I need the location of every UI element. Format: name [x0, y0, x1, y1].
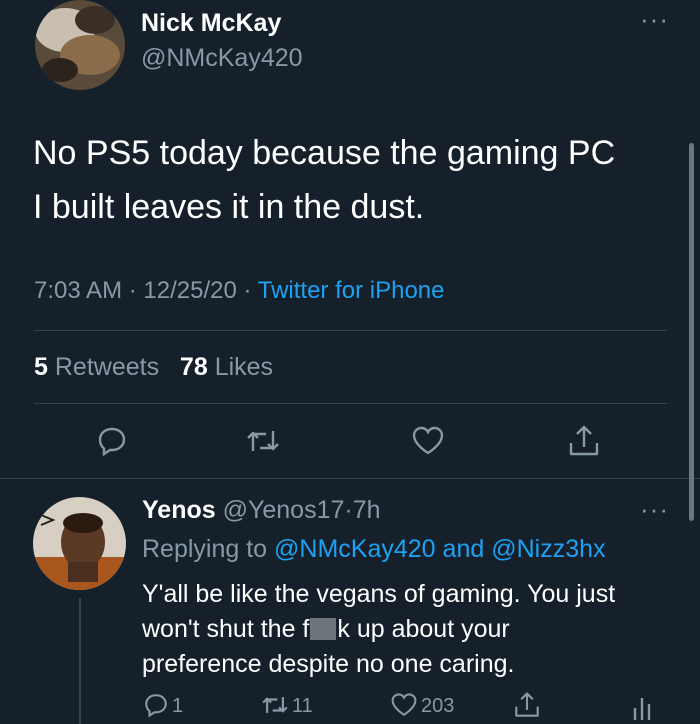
reply-author-name[interactable]: Yenos	[142, 496, 216, 524]
reply-text-part: k up about your	[337, 615, 510, 643]
tweet-time: 7:03 AM	[34, 277, 123, 304]
reply-text-part: won't shut the f	[142, 615, 310, 643]
retweets-count: 5	[34, 353, 48, 381]
mention-link[interactable]: @NMcKay420	[274, 535, 436, 563]
reply-like-action[interactable]: 203	[390, 692, 454, 718]
tweet-stats: 5 Retweets 78 Likes	[34, 353, 273, 382]
tweet-source-link[interactable]: Twitter for iPhone	[258, 277, 445, 304]
likes-label: Likes	[214, 353, 274, 381]
author-name[interactable]: Nick McKay	[141, 9, 281, 38]
replying-to: Replying to @NMcKay420 and @Nizz3hx	[142, 535, 606, 564]
author-avatar[interactable]	[35, 0, 125, 90]
share-icon[interactable]	[513, 690, 541, 720]
separator: ·	[344, 496, 353, 524]
reply-avatar[interactable]	[33, 497, 126, 590]
reply-icon	[143, 692, 169, 718]
reply-text-line: Y'all be like the vegans of gaming. You …	[142, 580, 616, 608]
scrollbar[interactable]	[689, 143, 694, 521]
reply-author-handle[interactable]: @Yenos17	[223, 496, 345, 524]
divider	[0, 478, 700, 479]
reply-age[interactable]: 7h	[353, 496, 381, 524]
tweet-meta: 7:03 AM · 12/25/20 · Twitter for iPhone	[34, 277, 444, 305]
reply-header: Yenos @Yenos17·7h	[142, 496, 381, 525]
reply-text-line: preference despite no one caring.	[142, 650, 515, 678]
more-icon[interactable]: ···	[640, 4, 669, 35]
author-handle[interactable]: @NMcKay420	[141, 44, 303, 73]
tweet-text-line: No PS5 today because the gaming PC	[33, 134, 616, 172]
reply-text-line: won't shut the f k up about your	[142, 612, 692, 647]
divider	[34, 330, 667, 331]
censor-block	[310, 618, 337, 640]
reply-icon[interactable]	[96, 425, 128, 457]
retweets-stat[interactable]: 5 Retweets	[34, 353, 159, 381]
divider	[34, 403, 667, 404]
analytics-icon[interactable]	[630, 694, 654, 720]
replying-prefix: Replying to	[142, 535, 268, 563]
retweet-count: 11	[292, 695, 313, 717]
like-count: 203	[421, 695, 455, 717]
reply-count: 1	[172, 695, 184, 717]
thread-line	[79, 598, 81, 724]
retweet-icon[interactable]	[244, 425, 282, 457]
tweet-text-line: I built leaves it in the dust.	[33, 188, 425, 226]
share-icon[interactable]	[567, 423, 601, 459]
tweet-date: 12/25/20	[143, 277, 237, 304]
mention-link[interactable]: @Nizz3hx	[491, 535, 605, 563]
separator: ·	[128, 277, 137, 304]
separator: ·	[243, 277, 252, 304]
more-icon[interactable]: ···	[640, 494, 669, 525]
tweet-text: No PS5 today because the gaming PC I bui…	[33, 126, 673, 234]
likes-count: 78	[179, 353, 208, 381]
replying-and: and	[442, 535, 485, 563]
likes-stat[interactable]: 78 Likes	[180, 353, 273, 381]
reply-retweet-action[interactable]: 11	[260, 692, 313, 718]
heart-icon[interactable]	[411, 425, 445, 457]
reply-text: Y'all be like the vegans of gaming. You …	[142, 577, 692, 682]
reply-reply-action[interactable]: 1	[143, 692, 183, 718]
heart-icon	[390, 692, 418, 718]
retweet-icon	[260, 692, 290, 718]
retweets-label: Retweets	[54, 353, 160, 381]
